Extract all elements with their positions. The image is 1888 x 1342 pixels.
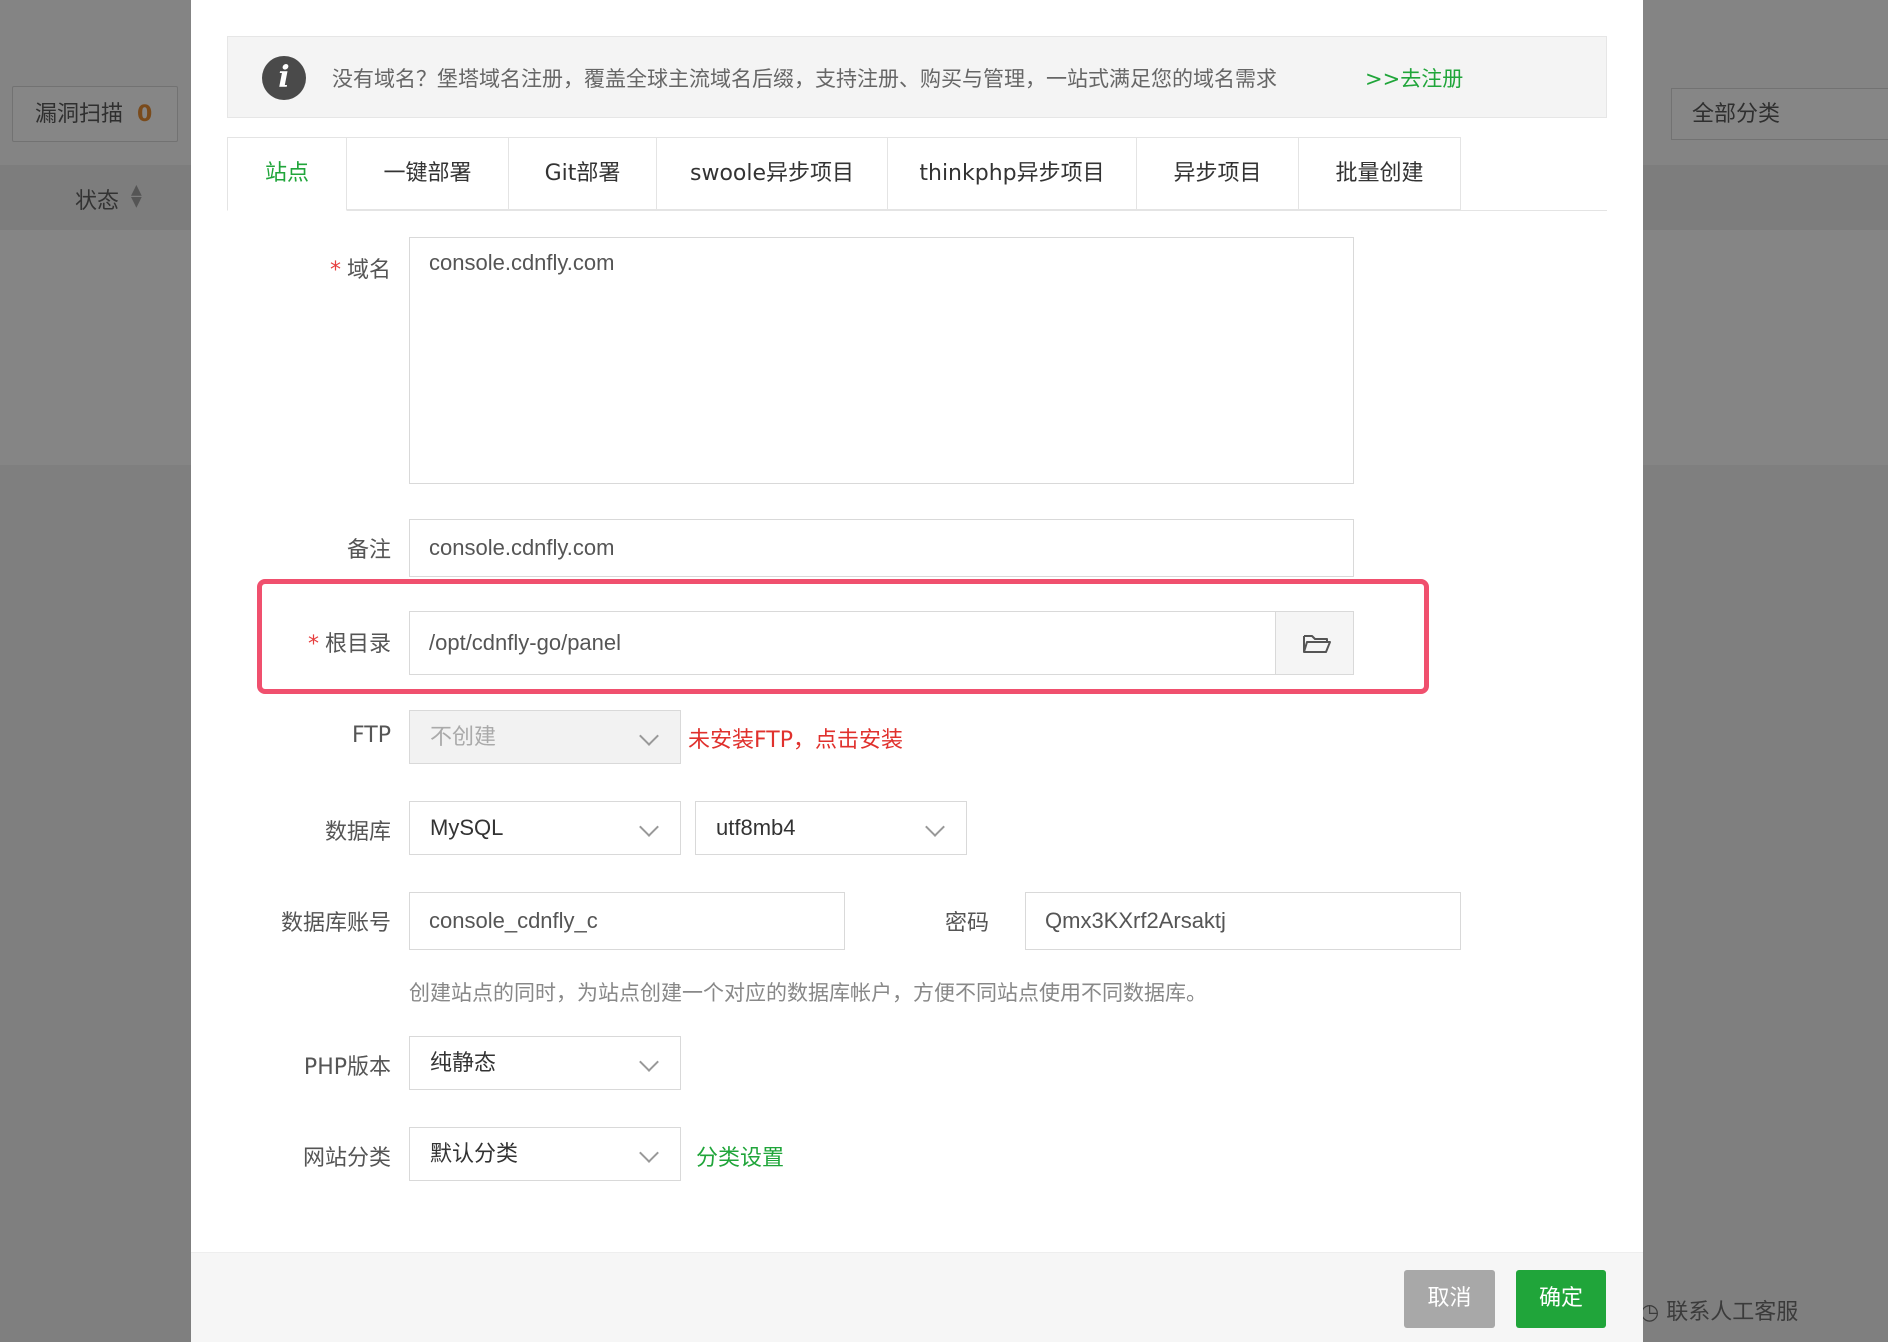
vuln-scan-button[interactable]: 漏洞扫描 0	[12, 86, 178, 142]
domain-notice-banner: i 没有域名？堡塔域名注册，覆盖全球主流域名后缀，支持注册、购买与管理，一站式满…	[227, 36, 1607, 118]
php-version-value: 纯静态	[430, 1050, 497, 1075]
domain-textarea[interactable]: console.cdnfly.com	[409, 237, 1354, 484]
database-charset-value: utf8mb4	[716, 815, 796, 840]
contact-support-link[interactable]: ◷ 联系人工客服	[1640, 1294, 1798, 1326]
tab-one-click-deploy[interactable]: 一键部署	[347, 137, 509, 210]
root-dir-input[interactable]: /opt/cdnfly-go/panel	[409, 611, 1287, 675]
dialog-footer: 取消 确定	[191, 1252, 1643, 1342]
site-category-select[interactable]: 默认分类	[409, 1127, 681, 1181]
contact-support-label: 联系人工客服	[1666, 1300, 1799, 1325]
php-version-label: PHP版本	[303, 1055, 391, 1080]
notice-text: 没有域名？堡塔域名注册，覆盖全球主流域名后缀，支持注册、购买与管理，一站式满足您…	[332, 67, 1277, 91]
tab-thinkphp-project[interactable]: thinkphp异步项目	[888, 137, 1137, 210]
db-account-input[interactable]: console_cdnfly_c	[409, 892, 845, 950]
tab-batch-create[interactable]: 批量创建	[1299, 137, 1461, 210]
chevron-down-icon	[639, 1143, 659, 1163]
sort-icon: ▲ ▼	[131, 182, 142, 210]
remark-input[interactable]: console.cdnfly.com	[409, 519, 1354, 577]
chevron-down-icon	[925, 817, 945, 837]
dialog-tabs: 站点 一键部署 Git部署 swoole异步项目 thinkphp异步项目 异步…	[227, 137, 1607, 211]
vuln-scan-label: 漏洞扫描	[35, 102, 124, 127]
tab-git-deploy[interactable]: Git部署	[509, 137, 657, 210]
db-password-label: 密码	[944, 911, 989, 936]
db-password-input[interactable]: Qmx3KXrf2Arsaktj	[1025, 892, 1461, 950]
database-type-select[interactable]: MySQL	[409, 801, 681, 855]
add-site-dialog: i 没有域名？堡塔域名注册，覆盖全球主流域名后缀，支持注册、购买与管理，一站式满…	[191, 0, 1643, 1342]
browse-folder-button[interactable]	[1275, 611, 1354, 675]
install-ftp-link[interactable]: 未安装FTP，点击安装	[688, 722, 903, 754]
database-label: 数据库	[324, 820, 391, 845]
tab-site[interactable]: 站点	[227, 137, 347, 211]
tab-async-project[interactable]: 异步项目	[1137, 137, 1299, 210]
folder-icon	[1303, 635, 1331, 653]
root-dir-label: * 根目录	[307, 632, 391, 657]
php-version-select[interactable]: 纯静态	[409, 1036, 681, 1090]
chevron-down-icon	[639, 1052, 659, 1072]
register-domain-link[interactable]: >>去注册	[1365, 63, 1463, 93]
status-column-header[interactable]: 状态	[75, 183, 119, 215]
chevron-down-icon	[639, 726, 659, 746]
database-type-value: MySQL	[430, 815, 504, 840]
ftp-select[interactable]: 不创建	[409, 710, 681, 764]
domain-label: * 域名	[329, 258, 391, 283]
tab-swoole-project[interactable]: swoole异步项目	[657, 137, 888, 210]
info-icon: i	[262, 56, 306, 100]
confirm-button[interactable]: 确定	[1516, 1270, 1606, 1328]
vuln-scan-count: 0	[137, 102, 153, 127]
ftp-select-value: 不创建	[430, 724, 497, 749]
category-filter-select[interactable]: 全部分类	[1671, 88, 1888, 140]
chevron-down-icon	[639, 817, 659, 837]
site-category-label: 网站分类	[302, 1146, 391, 1171]
ftp-label: FTP	[352, 723, 391, 748]
db-hint-text: 创建站点的同时，为站点创建一个对应的数据库帐户，方便不同站点使用不同数据库。	[409, 981, 1207, 1005]
category-settings-link[interactable]: 分类设置	[696, 1140, 784, 1172]
cancel-button[interactable]: 取消	[1404, 1270, 1495, 1328]
site-category-value: 默认分类	[430, 1141, 519, 1166]
db-account-label: 数据库账号	[280, 911, 391, 936]
database-charset-select[interactable]: utf8mb4	[695, 801, 967, 855]
remark-label: 备注	[346, 538, 391, 563]
